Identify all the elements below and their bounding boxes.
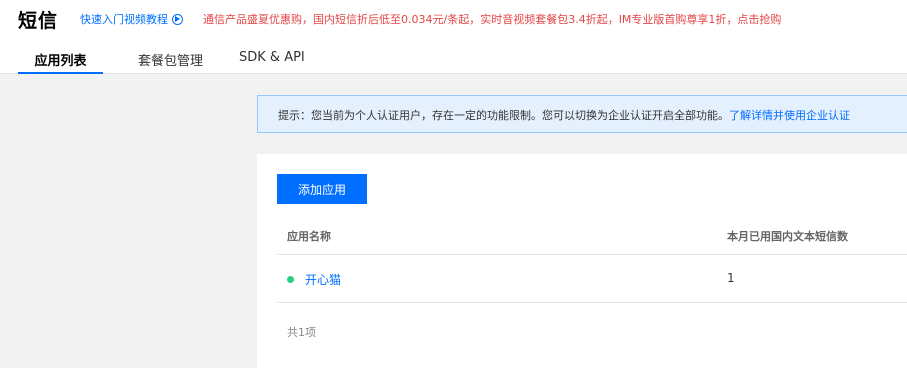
app-list-panel: 添加应用 应用名称 本月已用国内文本短信数 开心猫 1 共1项 xyxy=(257,154,907,368)
tutorial-video-link[interactable]: 快速入门视频教程 xyxy=(80,11,183,27)
table-header: 应用名称 本月已用国内文本短信数 xyxy=(277,214,907,255)
tutorial-video-label[interactable]: 快速入门视频教程 xyxy=(80,11,168,27)
app-sms-count: 1 xyxy=(727,271,735,285)
table-row: 开心猫 1 xyxy=(277,255,907,303)
page-title: 短信 xyxy=(18,10,59,32)
add-app-button[interactable]: 添加应用 xyxy=(277,174,367,204)
enterprise-certification-link[interactable]: 了解详情并使用企业认证 xyxy=(729,109,850,122)
app-name-link[interactable]: 开心猫 xyxy=(305,271,341,288)
page-header: 短信 快速入门视频教程 通信产品盛夏优惠购，国内短信折后低至0.034元/条起，… xyxy=(0,0,907,74)
column-header-app-name: 应用名称 xyxy=(287,230,331,243)
certification-notice: 提示：您当前为个人认证用户，存在一定的功能限制。您可以切换为企业认证开启全部功能… xyxy=(257,95,907,133)
tab-package-management[interactable]: 套餐包管理 xyxy=(138,44,203,74)
play-circle-icon[interactable] xyxy=(172,13,183,25)
tab-bar: 应用列表 套餐包管理 SDK & API xyxy=(18,44,305,74)
tab-sdk-api[interactable]: SDK & API xyxy=(239,44,305,74)
status-dot-icon xyxy=(287,276,294,283)
tab-app-list[interactable]: 应用列表 xyxy=(18,44,103,74)
total-count: 共1项 xyxy=(287,326,316,339)
promo-banner-link[interactable]: 通信产品盛夏优惠购，国内短信折后低至0.034元/条起，实时音视频套餐包3.4折… xyxy=(203,11,781,27)
column-header-sms-count: 本月已用国内文本短信数 xyxy=(727,230,848,243)
app-table: 应用名称 本月已用国内文本短信数 开心猫 1 xyxy=(277,214,907,303)
notice-text: 提示：您当前为个人认证用户，存在一定的功能限制。您可以切换为企业认证开启全部功能… xyxy=(278,109,729,122)
